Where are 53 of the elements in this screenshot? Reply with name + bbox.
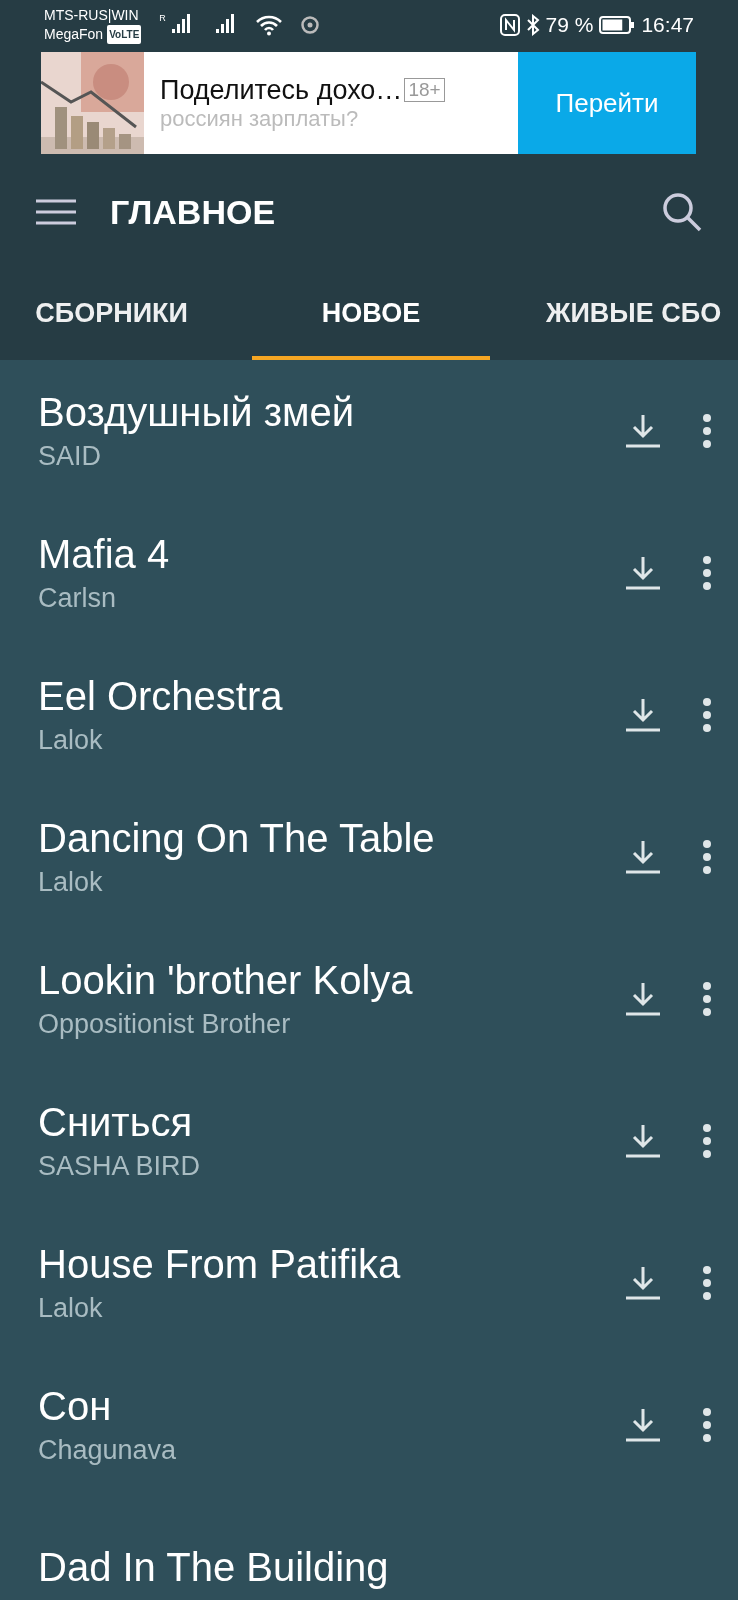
more-icon[interactable] [702, 555, 712, 591]
track-title[interactable]: Eel Orchestra [38, 674, 624, 719]
ad-banner[interactable]: Поделитесь дохо… 18+ россиян зарплаты? Перейти [41, 52, 696, 154]
toolbar-title: ГЛАВНОЕ [110, 192, 276, 232]
more-icon[interactable] [702, 697, 712, 733]
track-title[interactable]: Воздушный змей [38, 390, 624, 435]
track-artist: Lalok [38, 1293, 104, 1324]
download-icon[interactable] [624, 1265, 662, 1301]
track-artist: Oppositionist Brother [38, 1009, 292, 1040]
track-artist: SAID [38, 441, 103, 472]
more-icon[interactable] [702, 1407, 712, 1443]
more-icon[interactable] [702, 981, 712, 1017]
track-artist: Chagunava [38, 1435, 178, 1466]
menu-icon[interactable] [36, 199, 76, 225]
track-artist: SASHA BIRD [38, 1151, 202, 1182]
track-title[interactable]: Mafia 4 [38, 532, 624, 577]
track-title[interactable]: Сон [38, 1384, 624, 1429]
track-title[interactable]: Dad In The Building [38, 1544, 712, 1590]
more-icon[interactable] [702, 1123, 712, 1159]
download-icon[interactable] [624, 839, 662, 875]
tab[interactable]: НОВОЕ [252, 270, 490, 360]
more-icon[interactable] [702, 413, 712, 449]
download-icon[interactable] [624, 697, 662, 733]
track-title[interactable]: House From Patifika [38, 1242, 624, 1287]
battery-icon [599, 15, 636, 35]
battery-percent: 79 % [545, 13, 594, 37]
carrier-name: MegaFon [44, 25, 104, 44]
carrier-name: MTS-RUS|WIN [44, 6, 140, 25]
track-artist: Carlsn [38, 583, 118, 614]
wifi-icon [255, 14, 282, 36]
download-icon[interactable] [624, 1123, 662, 1159]
download-icon[interactable] [624, 555, 662, 591]
nfc-icon [499, 14, 520, 36]
clock-time: 16:47 [641, 13, 694, 37]
track-artist: Lalok [38, 725, 104, 756]
ad-title: Поделитесь дохо… [160, 74, 403, 106]
download-icon[interactable] [624, 981, 662, 1017]
track-title[interactable]: Dancing On The Table [38, 816, 624, 861]
ad-subtitle: россиян зарплаты? [160, 105, 360, 132]
bluetooth-icon [525, 14, 540, 36]
track-artist: Lalok [38, 867, 104, 898]
download-icon[interactable] [624, 1407, 662, 1443]
age-badge: 18+ [404, 78, 445, 102]
tab[interactable]: ЖИВЫЕ СБО [490, 270, 738, 360]
more-icon[interactable] [702, 1265, 712, 1301]
search-icon[interactable] [662, 192, 702, 232]
track-title[interactable]: Сниться [38, 1100, 624, 1145]
tab[interactable]: СБОРНИКИ [0, 270, 252, 360]
download-icon[interactable] [624, 413, 662, 449]
track-title[interactable]: Lookin 'brother Kolya [38, 958, 624, 1003]
more-icon[interactable] [702, 839, 712, 875]
roaming-label: R [159, 13, 166, 23]
volte-badge: VoLTE [107, 25, 142, 44]
